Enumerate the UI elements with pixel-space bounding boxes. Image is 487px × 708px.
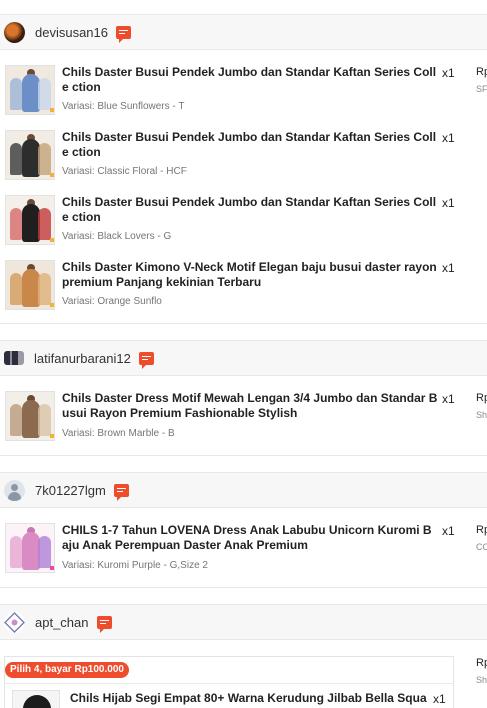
quantity: x1 [442, 131, 455, 145]
variant-label: Variasi: Brown Marble - B [62, 428, 175, 439]
order-divider [0, 455, 487, 456]
shop-header: apt_chan [0, 604, 487, 640]
product-title[interactable]: Chils Daster Kimono V-Neck Motif Elegan … [62, 260, 438, 290]
price: Rp [476, 66, 487, 78]
quantity: x1 [442, 196, 455, 210]
product-title[interactable]: Chils Daster Busui Pendek Jumbo dan Stan… [62, 65, 438, 95]
product-title[interactable]: Chils Daster Dress Motif Mewah Lengan 3/… [62, 391, 438, 421]
price: Rp [476, 524, 487, 536]
price-note: CO [476, 542, 487, 552]
variant-label: Variasi: Black Lovers - G [62, 231, 172, 242]
product-thumbnail[interactable] [12, 690, 60, 708]
shop-avatar[interactable] [4, 21, 25, 43]
default-avatar-icon[interactable] [4, 479, 25, 501]
product-title[interactable]: CHILS 1-7 Tahun LOVENA Dress Anak Labubu… [62, 523, 438, 553]
variant-label: Variasi: Orange Sunflo [62, 296, 162, 307]
quantity: x1 [442, 66, 455, 80]
variant-label: Variasi: Classic Floral - HCF [62, 166, 187, 177]
promo-divider [5, 683, 453, 684]
chat-icon[interactable] [96, 615, 112, 633]
order-item[interactable]: Chils Daster Busui Pendek Jumbo dan Stan… [0, 63, 487, 125]
shop-name[interactable]: 7k01227lgm [35, 483, 106, 498]
order-item[interactable]: Chils Hijab Segi Empat 80+ Warna Kerudun… [0, 690, 487, 708]
chat-icon[interactable] [113, 483, 129, 501]
order-divider [0, 587, 487, 588]
product-title[interactable]: Chils Daster Busui Pendek Jumbo dan Stan… [62, 195, 438, 225]
variant-label: Variasi: Kuromi Purple - G,Size 2 [62, 560, 208, 571]
order-item[interactable]: Chils Daster Dress Motif Mewah Lengan 3/… [0, 389, 487, 451]
shop-name[interactable]: devisusan16 [35, 25, 108, 40]
product-title[interactable]: Chils Hijab Segi Empat 80+ Warna Kerudun… [70, 691, 430, 706]
price: Rp [476, 392, 487, 404]
variant-label: Variasi: Blue Sunflowers - T [62, 101, 185, 112]
shop-header: devisusan16 [0, 14, 487, 50]
shop-avatar[interactable] [4, 611, 25, 633]
shop-name[interactable]: latifanurbarani12 [34, 351, 131, 366]
price-note: Sh [476, 410, 487, 420]
quantity: x1 [442, 524, 455, 538]
chat-icon[interactable] [138, 351, 154, 369]
price-note: Sh [476, 675, 487, 685]
product-thumbnail[interactable] [5, 130, 55, 180]
order-item[interactable]: Chils Daster Busui Pendek Jumbo dan Stan… [0, 193, 487, 255]
product-thumbnail[interactable] [5, 260, 55, 310]
shop-header: 7k01227lgm [0, 472, 487, 508]
quantity: x1 [442, 392, 455, 406]
quantity: x1 [442, 261, 455, 275]
shop-header: latifanurbarani12 [0, 340, 487, 376]
shop-avatar[interactable] [4, 351, 24, 365]
quantity: x1 [433, 692, 446, 706]
promo-badge[interactable]: Pilih 4, bayar Rp100.000 [5, 662, 129, 678]
product-thumbnail[interactable] [5, 65, 55, 115]
shop-name[interactable]: apt_chan [35, 615, 89, 630]
order-item[interactable]: CHILS 1-7 Tahun LOVENA Dress Anak Labubu… [0, 521, 487, 583]
product-thumbnail[interactable] [5, 391, 55, 441]
price-note: SF [476, 84, 487, 94]
chat-icon[interactable] [116, 25, 131, 43]
price: Rp [476, 657, 487, 669]
product-thumbnail[interactable] [5, 523, 55, 573]
order-item[interactable]: Chils Daster Busui Pendek Jumbo dan Stan… [0, 128, 487, 190]
product-title[interactable]: Chils Daster Busui Pendek Jumbo dan Stan… [62, 130, 438, 160]
order-item[interactable]: Chils Daster Kimono V-Neck Motif Elegan … [0, 258, 487, 320]
product-thumbnail[interactable] [5, 195, 55, 245]
order-divider [0, 323, 487, 324]
